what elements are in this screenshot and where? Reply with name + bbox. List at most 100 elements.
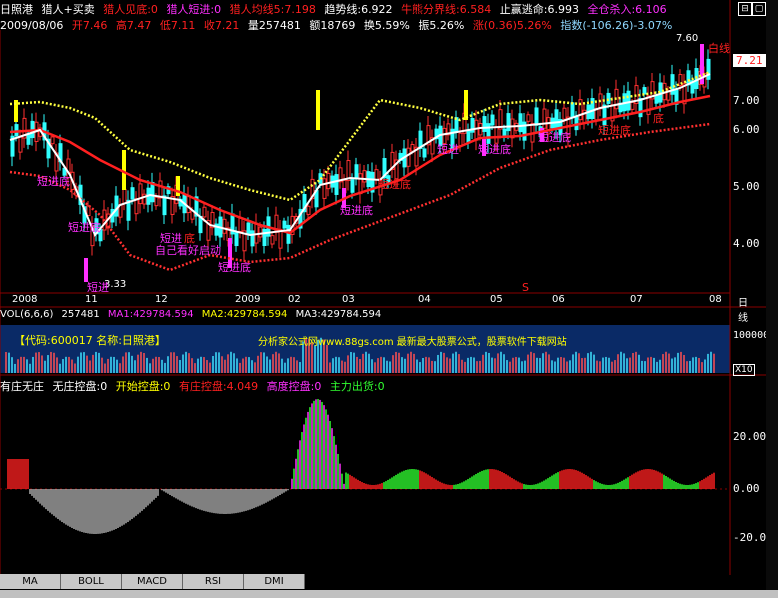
time-axis: 2008 11 12 2009 02 03 04 05 06 07 08 日线	[0, 294, 748, 324]
candle-body	[18, 136, 23, 153]
time-tick: 2009	[235, 294, 261, 305]
candle-body	[542, 108, 547, 129]
candle-body	[478, 123, 483, 136]
tab-ma[interactable]: MA	[0, 574, 61, 589]
time-tick: 2008	[12, 294, 38, 305]
signal-label: 短进底	[598, 124, 631, 137]
candle-body	[158, 180, 163, 199]
candle-body	[282, 220, 287, 229]
candle-body	[474, 119, 479, 141]
ctrl-high: 高度控盘:0	[266, 380, 322, 393]
time-tick: 08	[709, 294, 722, 305]
vol-axis-label: 100000	[733, 330, 770, 341]
candle-body	[534, 107, 539, 126]
candle-body	[354, 164, 359, 179]
candle-body	[362, 170, 367, 183]
vol-ma2: MA2:429784.594	[201, 309, 288, 320]
candle-body	[578, 99, 583, 121]
candle-body	[570, 102, 575, 118]
ctrl-tick: 20.00	[733, 430, 767, 443]
candle-body	[286, 224, 291, 244]
candle-body	[466, 129, 471, 144]
signal-bar	[464, 90, 468, 120]
signal-label: 短进底	[538, 131, 571, 144]
vol-value: 257481	[61, 309, 100, 320]
candle-body	[410, 144, 415, 152]
white-line-label: 白线	[708, 42, 730, 55]
candle-body	[562, 107, 567, 120]
candle-body	[306, 205, 311, 215]
ctrl-no: 无庄控盘:0	[52, 380, 108, 393]
tab-macd[interactable]: MACD	[122, 574, 183, 589]
signal-label: 短进	[87, 281, 109, 294]
right-scrollbar[interactable]	[766, 0, 778, 590]
candle-body	[606, 92, 611, 104]
ctrl-title: 有庄无庄	[0, 380, 44, 393]
time-tick: 05	[490, 294, 503, 305]
candle-body	[642, 87, 647, 95]
price-tick: 5.00	[733, 180, 760, 193]
ad-banner[interactable]: 分析家公式网www.88gs.com 最新最大股票公式，股票软件下载网站	[258, 333, 567, 348]
time-tick: 06	[552, 294, 565, 305]
signal-bar	[316, 90, 320, 130]
ctrl-out: 主力出货:0	[329, 380, 385, 393]
signal-label: 短进底	[68, 221, 101, 234]
candle-body	[626, 90, 631, 111]
candle-body	[358, 173, 363, 195]
signal-label: 短进底	[478, 143, 511, 156]
indicator-tabs: MA BOLL MACD RSI DMI	[0, 574, 330, 590]
price-tick: 4.00	[733, 237, 760, 250]
vol-ma3: MA3:429784.594	[295, 309, 382, 320]
candle-body	[222, 218, 227, 234]
price-tick: 6.00	[733, 123, 760, 136]
volume-header: VOL(6,6,6) 257481 MA1:429784.594 MA2:429…	[0, 309, 386, 320]
candle-body	[350, 179, 355, 193]
tab-dmi[interactable]: DMI	[244, 574, 305, 589]
candle-body	[506, 113, 511, 132]
signal-label: 短进底	[378, 178, 411, 191]
ctrl-has: 有庄控盘:4.049	[178, 380, 259, 393]
candle-body	[202, 206, 207, 218]
time-tick: 11	[85, 294, 98, 305]
candle-body	[422, 148, 427, 158]
time-tick: 12	[155, 294, 168, 305]
candle-body	[114, 195, 119, 217]
candle-body	[406, 147, 411, 167]
candle-body	[238, 217, 243, 232]
ctrl-start: 开始控盘:0	[115, 380, 171, 393]
tab-rsi[interactable]: RSI	[183, 574, 244, 589]
candle-body	[326, 172, 331, 190]
vol-ma1: MA1:429784.594	[107, 309, 194, 320]
candle-body	[14, 124, 19, 137]
tab-boll[interactable]: BOLL	[61, 574, 122, 589]
candle-body	[186, 194, 191, 214]
self-look-label: 自己看好启动	[155, 244, 221, 257]
status-bar	[0, 590, 778, 598]
candle-body	[26, 134, 31, 145]
candle-body	[262, 228, 267, 247]
current-price-tag: 7.21	[733, 54, 766, 67]
candle-body	[122, 188, 127, 204]
time-tick: 04	[418, 294, 431, 305]
candle-body	[458, 132, 463, 147]
ctrl-header: 有庄无庄 无庄控盘:0 开始控盘:0 有庄控盘:4.049 高度控盘:0 主力出…	[0, 378, 390, 394]
candle-body	[630, 101, 635, 110]
candle-body	[134, 198, 139, 215]
candle-body	[138, 183, 143, 205]
price-tick: 7.00	[733, 94, 760, 107]
candle-body	[50, 136, 55, 145]
candle-body	[162, 195, 167, 216]
period-label[interactable]: 日线	[738, 294, 748, 324]
signal-label: 短进底	[340, 204, 373, 217]
candle-body	[706, 58, 711, 80]
vol-axis-unit: X10	[733, 364, 755, 376]
high-price-label: 7.60	[676, 33, 699, 44]
s-mark: S	[522, 281, 529, 294]
candle-body	[322, 178, 327, 199]
candle-body	[258, 226, 263, 238]
candle-body	[246, 222, 251, 235]
candle-body	[270, 235, 275, 245]
signal-label: 短进底	[218, 261, 251, 274]
signal-label: 底	[653, 112, 664, 125]
time-tick: 07	[630, 294, 643, 305]
